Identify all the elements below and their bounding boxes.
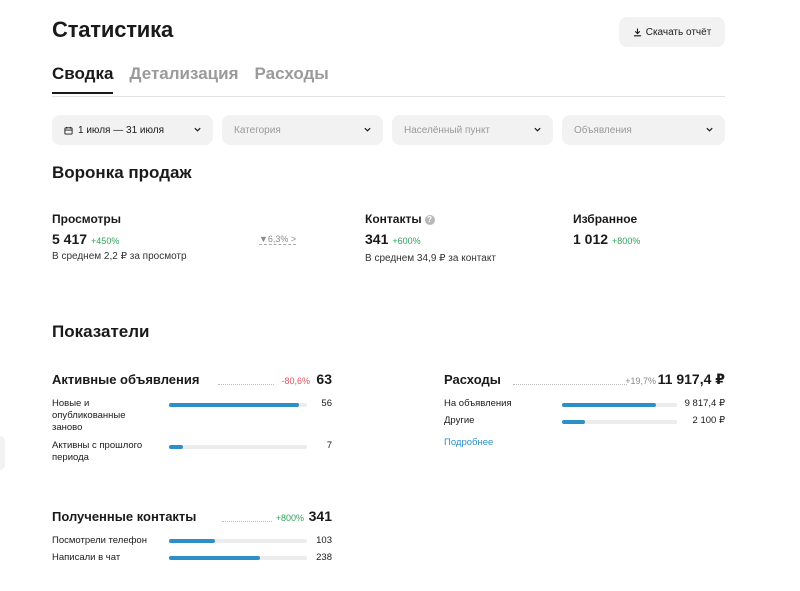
city-filter[interactable]: Населённый пункт [392, 115, 553, 145]
favorites-value: 1 012 [573, 231, 609, 247]
contacts-sub: В среднем 34,9 ₽ за контакт [365, 253, 496, 264]
received-contacts-row-label: Написали в чат [52, 552, 121, 563]
favorites-label: Избранное [573, 212, 638, 226]
category-placeholder: Категория [234, 124, 281, 136]
received-contacts-label: Полученные контакты [52, 509, 197, 524]
views-value: 5 417 [52, 231, 88, 247]
expenses-row-value: 2 100 ₽ [692, 415, 725, 426]
active-ads-row-value: 7 [326, 440, 332, 451]
leader-dots [513, 384, 627, 385]
received-contacts-row-value: 238 [316, 552, 332, 563]
active-ads-row-label: Новые и опубликованные заново [52, 398, 126, 433]
expenses-more-link[interactable]: Подробнее [444, 437, 493, 448]
views-delta: +450% [91, 236, 120, 246]
received-contacts-bar-track [169, 539, 307, 543]
received-contacts-row-label: Посмотрели телефон [52, 535, 147, 546]
contacts-metric: 341 +600% [365, 231, 421, 247]
date-range-filter[interactable]: 1 июля — 31 июля [52, 115, 213, 145]
active-ads-total: 63 [316, 371, 332, 387]
expenses-total: 11 917,4 ₽ [657, 371, 725, 387]
tab-summary[interactable]: Сводка [52, 64, 114, 94]
tab-expenses[interactable]: Расходы [255, 64, 329, 92]
received-contacts-bar-track [169, 556, 307, 560]
download-icon [633, 27, 641, 36]
conversion-link[interactable]: ▼6,3% > [259, 234, 297, 245]
active-ads-bar-track [169, 445, 307, 449]
contacts-delta: +600% [392, 236, 421, 246]
category-filter[interactable]: Категория [222, 115, 383, 145]
received-contacts-bar [169, 539, 215, 543]
received-contacts-delta: +800% [275, 513, 304, 523]
expenses-row-label: На объявления [444, 398, 512, 409]
left-edge-handle [0, 436, 5, 470]
active-ads-bar-track [169, 403, 307, 407]
favorites-delta: +800% [612, 236, 641, 246]
chevron-down-icon [534, 127, 541, 132]
ads-filter[interactable]: Объявления [562, 115, 725, 145]
download-report-button[interactable]: Скачать отчёт [619, 17, 725, 47]
chevron-down-icon [706, 127, 713, 132]
active-ads-label: Активные объявления [52, 372, 200, 387]
active-ads-row-label: Активны с прошлого периода [52, 440, 143, 463]
page-title: Статистика [52, 17, 173, 42]
tab-details[interactable]: Детализация [129, 64, 238, 92]
active-ads-row-value: 56 [321, 398, 332, 409]
received-contacts-row-value: 103 [316, 535, 332, 546]
tabs-divider [52, 96, 725, 97]
active-ads-bar [169, 403, 299, 407]
views-metric: 5 417 +450% [52, 231, 119, 247]
favorites-metric: 1 012 +800% [573, 231, 640, 247]
chevron-down-icon [194, 127, 201, 132]
ads-placeholder: Объявления [574, 124, 632, 136]
city-placeholder: Населённый пункт [404, 124, 491, 136]
contacts-value: 341 [365, 231, 389, 247]
views-sub: В среднем 2,2 ₽ за просмотр [52, 251, 187, 262]
received-contacts-total: 341 [308, 508, 332, 524]
indicators-title: Показатели [52, 322, 150, 341]
date-range-value: 1 июля — 31 июля [78, 124, 165, 136]
contacts-label: Контакты [365, 212, 422, 226]
views-label: Просмотры [52, 212, 122, 226]
expenses-row-value: 9 817,4 ₽ [684, 398, 725, 409]
chevron-down-icon [364, 127, 371, 132]
leader-dots [218, 384, 274, 385]
expenses-bar [562, 403, 657, 407]
active-ads-bar [169, 445, 183, 449]
expenses-row-label: Другие [444, 415, 475, 426]
expenses-bar [562, 420, 585, 424]
tab-bar: Сводка Детализация Расходы [52, 64, 329, 94]
contacts-label-wrap: Контакты? [365, 212, 435, 226]
calendar-icon [64, 126, 73, 135]
received-contacts-bar [169, 556, 261, 560]
info-icon[interactable]: ? [424, 215, 435, 225]
expenses-label: Расходы [444, 372, 501, 387]
download-report-label: Скачать отчёт [645, 26, 712, 38]
funnel-title: Воронка продаж [52, 163, 192, 182]
